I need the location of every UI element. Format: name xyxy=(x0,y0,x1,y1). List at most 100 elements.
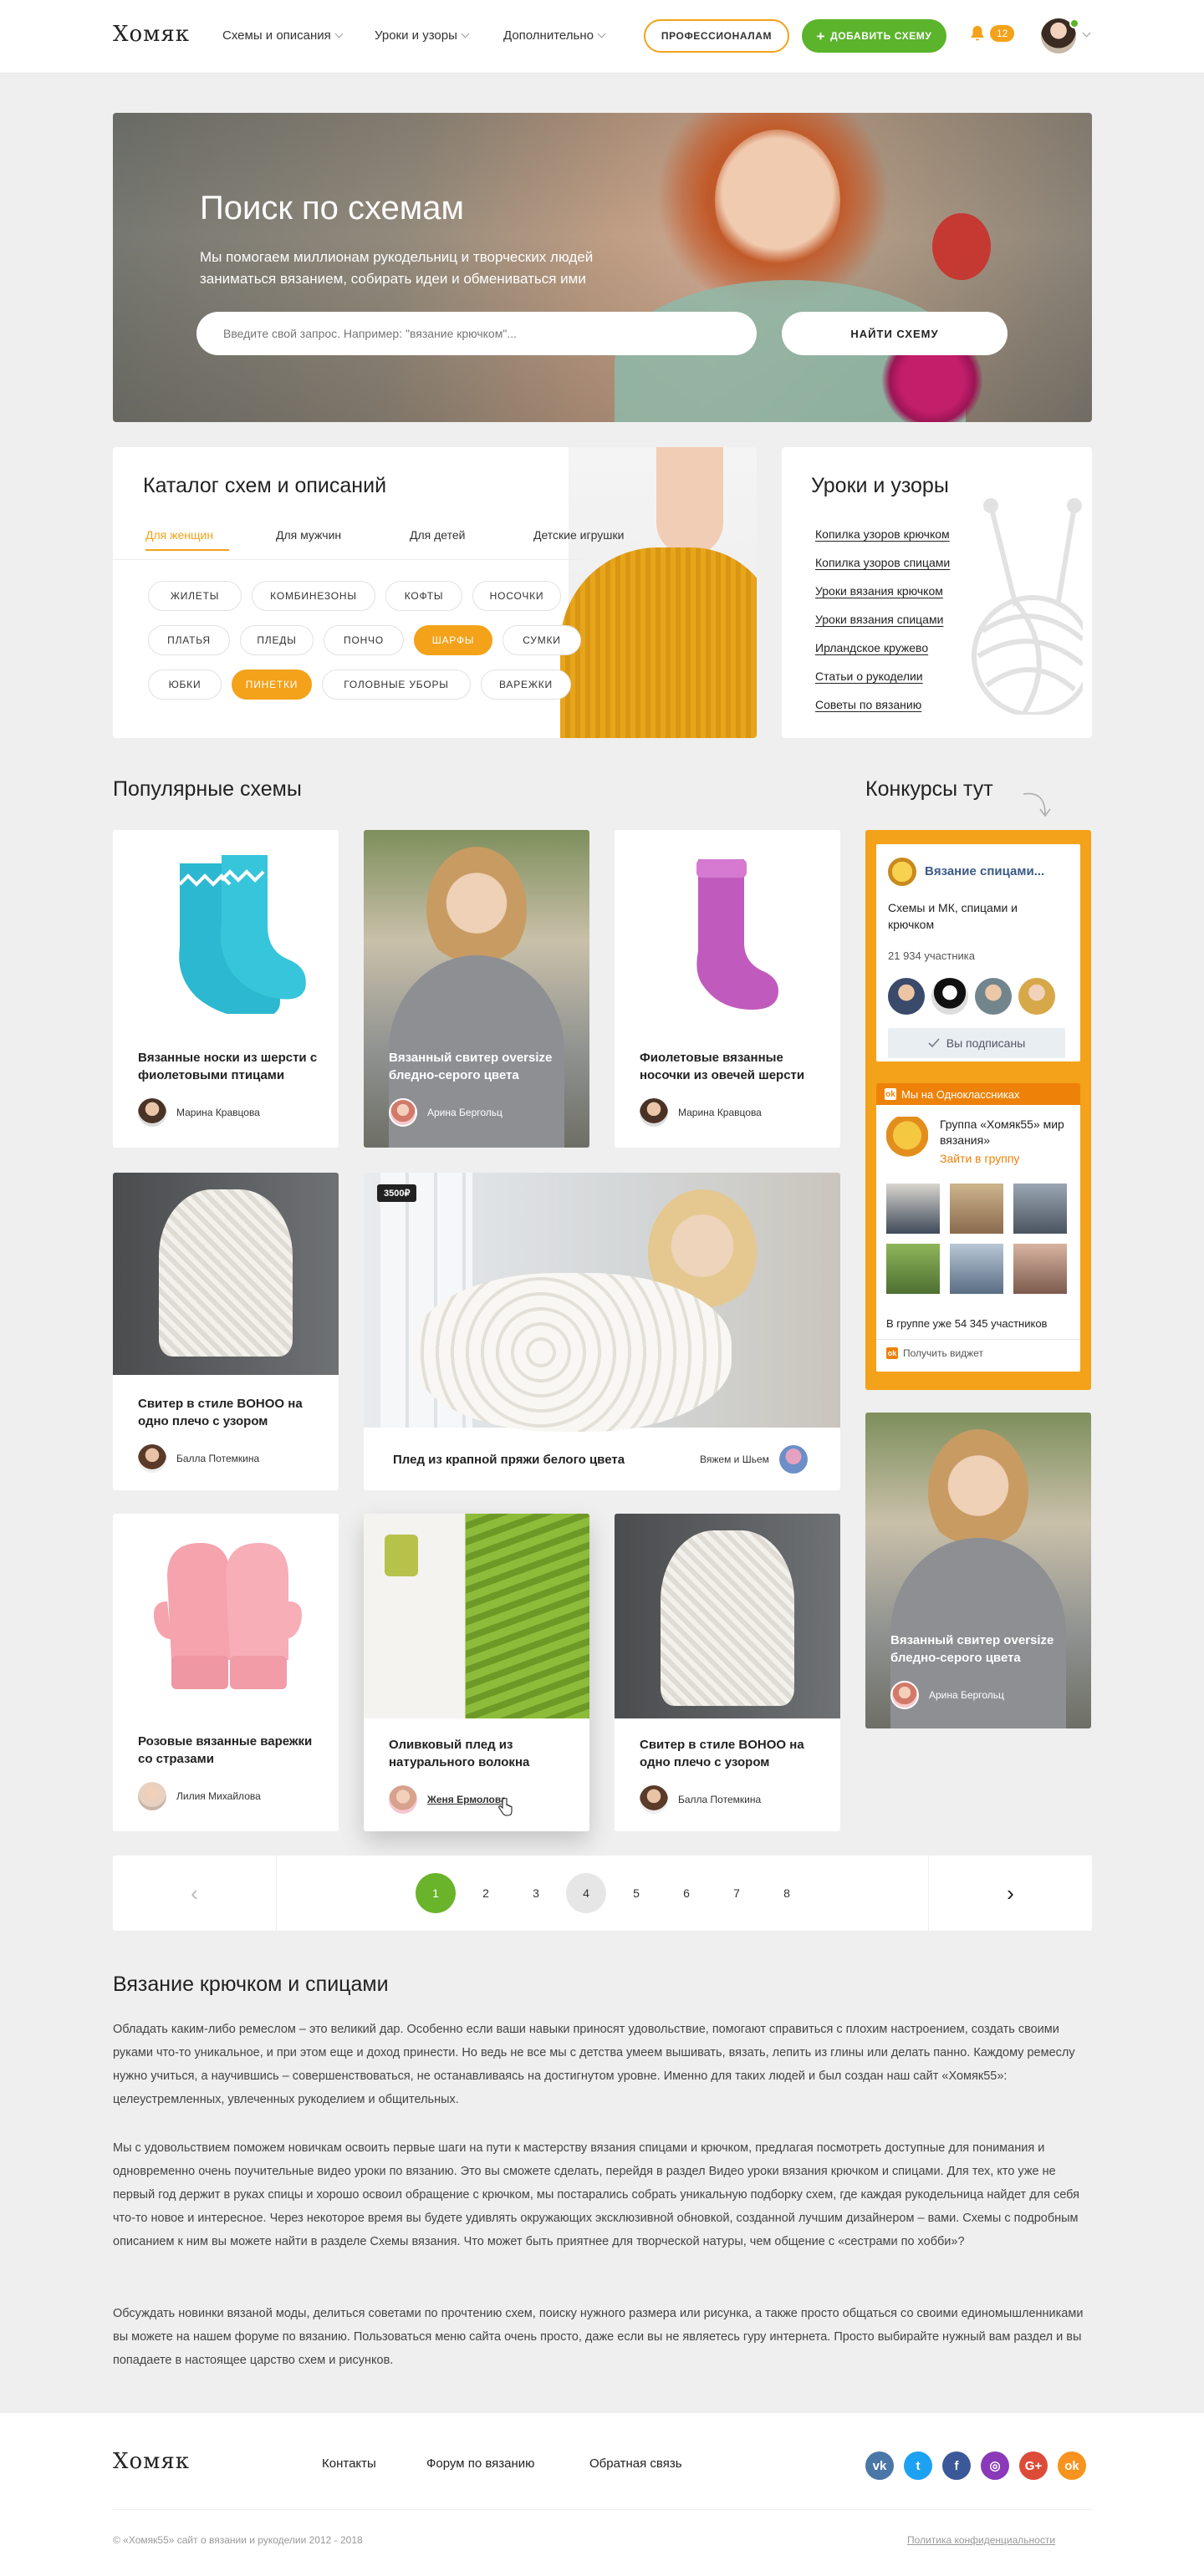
notifications[interactable]: 12 xyxy=(970,25,1015,42)
instagram-icon[interactable]: ◎ xyxy=(981,2451,1009,2480)
category-pill[interactable]: ПЛАТЬЯ xyxy=(148,625,230,655)
category-pill-active[interactable]: ПИНЕТКИ xyxy=(232,669,312,700)
odnoklassniki-icon[interactable]: ok xyxy=(1058,2451,1086,2480)
scheme-author[interactable]: Арина Бергольц xyxy=(890,1681,1004,1709)
category-pill[interactable]: ВАРЕЖКИ xyxy=(481,669,571,700)
chevron-down-icon[interactable] xyxy=(1082,28,1091,38)
ok-join-link[interactable]: Зайти в группу xyxy=(940,1152,1019,1165)
scheme-card[interactable]: Розовые вязанные варежки со стразами Лил… xyxy=(113,1514,339,1831)
page-button-current[interactable]: 1 xyxy=(416,1873,456,1913)
twitter-icon[interactable]: t xyxy=(904,2451,932,2480)
subscribed-button[interactable]: Вы подписаны xyxy=(888,1028,1065,1058)
ok-member-count: В группе уже 54 345 участников xyxy=(886,1317,1048,1330)
scheme-author[interactable]: Балла Потемкина xyxy=(138,1444,259,1473)
author-avatar xyxy=(138,1782,166,1810)
next-page-button[interactable]: › xyxy=(928,1856,1092,1931)
page-button[interactable]: 3 xyxy=(516,1873,556,1913)
group-name[interactable]: Вязание спицами... xyxy=(925,864,1044,878)
scheme-author[interactable]: Марина Кравцова xyxy=(640,1098,762,1127)
search-button[interactable]: НАЙТИ СХЕМУ xyxy=(782,312,1008,355)
category-pill[interactable]: ПЛЕДЫ xyxy=(240,625,314,655)
category-pill[interactable]: КОМБИНЕЗОНЫ xyxy=(252,581,375,611)
hero-title: Поиск по схемам xyxy=(200,190,465,227)
category-pill[interactable]: ЮБКИ xyxy=(148,669,222,700)
page-button[interactable]: 5 xyxy=(616,1873,656,1913)
professionals-button[interactable]: ПРОФЕССИОНАЛАМ xyxy=(644,19,789,53)
tab-women[interactable]: Для женщин xyxy=(145,528,213,542)
privacy-link[interactable]: Политика конфиденциальности xyxy=(907,2534,1055,2546)
member-avatar[interactable] xyxy=(1018,978,1055,1015)
add-scheme-label: ДОБАВИТЬ СХЕМУ xyxy=(830,30,932,42)
ok-get-widget[interactable]: ok Получить виджет xyxy=(886,1347,983,1359)
scheme-author[interactable]: Женя Ермолова xyxy=(389,1785,507,1814)
page-button[interactable]: 6 xyxy=(666,1873,707,1913)
member-avatar[interactable] xyxy=(931,978,968,1015)
lesson-link[interactable]: Советы по вязанию xyxy=(815,698,921,711)
page-button[interactable]: 8 xyxy=(767,1873,807,1913)
site-logo[interactable]: Хомяк xyxy=(113,22,190,47)
copyright: © «Хомяк55» сайт о вязании и рукоделии 2… xyxy=(113,2534,363,2546)
lesson-link[interactable]: Уроки вязания спицами xyxy=(815,613,943,626)
category-pill[interactable]: КОФТЫ xyxy=(385,581,462,611)
lesson-link[interactable]: Статьи о рукоделии xyxy=(815,669,923,683)
lesson-link[interactable]: Копилка узоров спицами xyxy=(815,556,950,569)
tab-toys[interactable]: Детские игрушки xyxy=(533,528,624,542)
ok-member-photo[interactable] xyxy=(1013,1244,1067,1294)
hero-banner: Поиск по схемам Мы помогаем миллионам ру… xyxy=(113,113,1092,422)
nav-schemes[interactable]: Схемы и описания xyxy=(222,28,344,43)
pagination: ‹ › 1 2 3 4 5 6 7 8 xyxy=(113,1856,1092,1931)
scheme-author[interactable]: Лилия Михайлова xyxy=(138,1782,261,1810)
tab-kids[interactable]: Для детей xyxy=(410,528,465,542)
scheme-card[interactable]: Свитер в стиле BOHOO на одно плечо с узо… xyxy=(615,1514,840,1831)
nav-more[interactable]: Дополнительно xyxy=(503,28,606,43)
ok-member-photo[interactable] xyxy=(950,1184,1003,1234)
scheme-card-wide[interactable]: 3500₽ Плед из крапной пряжи белого цвета… xyxy=(364,1173,840,1490)
scheme-card-photo[interactable]: Вязанный свитер oversize бледно-серого ц… xyxy=(364,830,589,1148)
seo-paragraph: Обладать каким-либо ремеслом – это велик… xyxy=(113,2023,1075,2106)
scheme-author[interactable]: Балла Потемкина xyxy=(640,1785,761,1814)
lesson-link[interactable]: Ирландское кружево xyxy=(815,641,928,654)
scheme-author[interactable]: Арина Бергольц xyxy=(389,1098,503,1127)
tab-men[interactable]: Для мужчин xyxy=(276,528,341,542)
footer-link-feedback[interactable]: Обратная связь xyxy=(589,2456,682,2471)
category-pill[interactable]: ЖИЛЕТЫ xyxy=(148,581,242,611)
ok-member-photo[interactable] xyxy=(886,1184,940,1234)
facebook-icon[interactable]: f xyxy=(942,2451,971,2480)
search-input[interactable] xyxy=(196,312,757,355)
scheme-author[interactable]: Марина Кравцова xyxy=(138,1098,260,1127)
scheme-card-hovered[interactable]: Оливковый плед из натурального волокна Ж… xyxy=(364,1514,589,1831)
footer-logo[interactable]: Хомяк xyxy=(113,2449,190,2474)
googleplus-icon[interactable]: G+ xyxy=(1019,2451,1048,2480)
socks-image xyxy=(178,855,306,1014)
scheme-card[interactable]: Фиолетовые вязанные носочки из овечей ше… xyxy=(615,830,840,1148)
page-button[interactable]: 7 xyxy=(717,1873,757,1913)
category-pill-active[interactable]: ШАРФЫ xyxy=(414,625,492,655)
hero-photo-face xyxy=(715,130,840,272)
vk-icon[interactable]: vk xyxy=(865,2451,894,2480)
category-pill[interactable]: СУМКИ xyxy=(503,625,581,655)
ok-member-photo[interactable] xyxy=(1013,1184,1067,1234)
page-button[interactable]: 4 xyxy=(566,1873,606,1913)
ok-member-photo[interactable] xyxy=(950,1244,1003,1294)
category-pill[interactable]: НОСОЧКИ xyxy=(472,581,561,611)
member-avatar[interactable] xyxy=(975,978,1012,1015)
scheme-card[interactable]: Свитер в стиле BOHOO на одно плечо с узо… xyxy=(113,1173,339,1490)
price-badge: 3500₽ xyxy=(377,1184,417,1202)
category-pill[interactable]: ГОЛОВНЫЕ УБОРЫ xyxy=(322,669,471,700)
category-pill[interactable]: ПОНЧО xyxy=(324,625,404,655)
lesson-link[interactable]: Копилка узоров крючком xyxy=(815,527,950,541)
footer-link-contacts[interactable]: Контакты xyxy=(322,2456,376,2471)
side-scheme-card[interactable]: Вязанный свитер oversize бледно-серого ц… xyxy=(865,1413,1091,1728)
prev-page-button[interactable]: ‹ xyxy=(113,1856,277,1931)
ok-member-photo[interactable] xyxy=(886,1244,940,1294)
footer-link-forum[interactable]: Форум по вязанию xyxy=(426,2456,534,2471)
card-photo-model xyxy=(928,1429,1028,1555)
add-scheme-button[interactable]: + ДОБАВИТЬ СХЕМУ xyxy=(802,19,946,53)
scheme-card[interactable]: Вязанные носки из шерсти с фиолетовыми п… xyxy=(113,830,339,1148)
nav-lessons[interactable]: Уроки и узоры xyxy=(375,28,470,43)
lesson-link[interactable]: Уроки вязания крючком xyxy=(815,584,943,598)
scheme-author[interactable]: Вяжем и Шьем xyxy=(700,1445,808,1474)
page-button[interactable]: 2 xyxy=(466,1873,506,1913)
author-name: Женя Ермолова xyxy=(427,1794,507,1805)
member-avatar[interactable] xyxy=(888,978,925,1015)
